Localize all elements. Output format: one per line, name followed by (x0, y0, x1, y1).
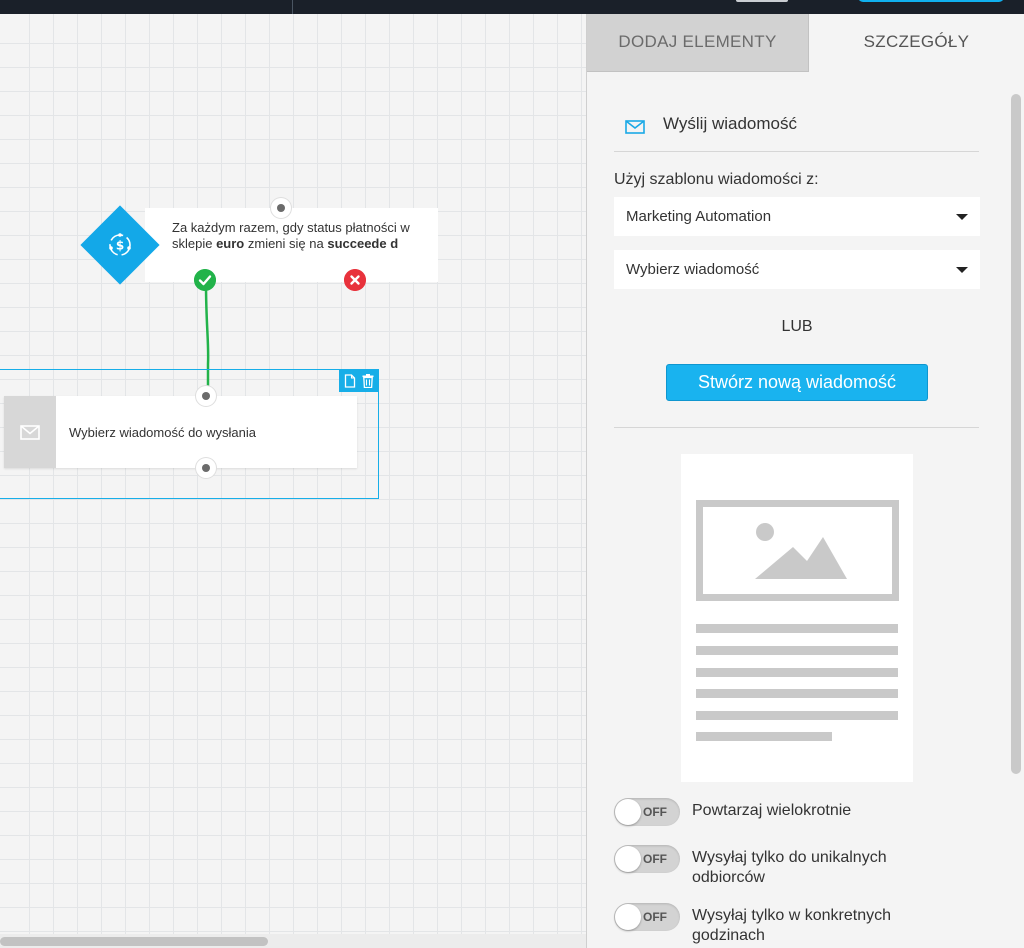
topbar-separator (292, 0, 293, 14)
text-line-placeholder (696, 668, 898, 677)
toggle-knob (615, 904, 641, 930)
image-placeholder (696, 500, 899, 601)
specific-hours-toggle[interactable]: OFF (614, 903, 680, 931)
envelope-icon (625, 120, 645, 134)
envelope-icon (20, 425, 40, 440)
horizontal-scrollbar-thumb[interactable] (0, 937, 268, 946)
template-source-select[interactable]: Marketing Automation (614, 197, 980, 236)
text-line-placeholder (696, 711, 898, 720)
trigger-status-value: succeede d (327, 236, 399, 251)
toggle-knob (615, 799, 641, 825)
toggle-label: Wysyłaj tylko do unikalnych odbiorców (692, 849, 887, 886)
toggle-state: OFF (643, 852, 667, 866)
duplicate-icon[interactable] (344, 374, 356, 388)
trigger-store-name: euro (216, 236, 245, 251)
caret-down-icon (956, 214, 968, 220)
node-toolbar (339, 370, 379, 392)
svg-text:$: $ (116, 239, 124, 253)
image-icon (755, 523, 847, 579)
text-line-placeholder (696, 624, 898, 633)
vertical-scrollbar[interactable] (1011, 94, 1021, 774)
action-input-port[interactable] (196, 386, 216, 406)
divider (614, 427, 979, 428)
payment-status-icon: $ (109, 233, 131, 256)
toggle-label: Wysyłaj tylko w konkretnych godzinach (692, 907, 892, 944)
topbar-primary-button[interactable] (858, 0, 1004, 2)
divider (614, 151, 979, 152)
action-output-port[interactable] (196, 458, 216, 478)
toggle-label: Powtarzaj wielokrotnie (692, 802, 852, 819)
text-line-placeholder (696, 689, 898, 698)
workflow-canvas[interactable]: Za każdym razem, gdy status płatności w … (0, 14, 586, 948)
toggle-state: OFF (643, 910, 667, 924)
toggle-knob (615, 846, 641, 872)
action-icon-box (4, 396, 56, 468)
message-select-value: Wybierz wiadomość (626, 261, 760, 278)
tab-details[interactable]: SZCZEGÓŁY (809, 14, 1024, 72)
trigger-card[interactable]: Za każdym razem, gdy status płatności w … (145, 208, 438, 282)
horizontal-scrollbar[interactable] (0, 934, 586, 948)
topbar-secondary-button[interactable] (736, 0, 788, 2)
tab-add-elements[interactable]: DODAJ ELEMENTY (587, 14, 809, 72)
details-panel: DODAJ ELEMENTY SZCZEGÓŁY Wyślij wiadomoś… (586, 14, 1024, 948)
trigger-input-port[interactable] (271, 198, 291, 218)
repeat-toggle[interactable]: OFF (614, 798, 680, 826)
toggle-state: OFF (643, 805, 667, 819)
template-source-label: Użyj szablonu wiadomości z: (614, 171, 819, 188)
message-select[interactable]: Wybierz wiadomość (614, 250, 980, 289)
send-message-node[interactable]: Wybierz wiadomość do wysłania (4, 396, 357, 468)
top-bar (0, 0, 1024, 14)
caret-down-icon (956, 267, 968, 273)
action-label: Wybierz wiadomość do wysłania (69, 425, 257, 440)
message-preview-placeholder (681, 454, 913, 782)
trash-icon[interactable] (362, 374, 374, 388)
panel-title: Wyślij wiadomość (663, 114, 797, 133)
failure-branch-icon[interactable] (344, 269, 366, 291)
trigger-description: Za każdym razem, gdy status płatności w … (172, 220, 410, 251)
or-separator: LUB (781, 318, 813, 335)
create-message-button[interactable]: Stwórz nową wiadomość (666, 364, 928, 401)
template-source-value: Marketing Automation (626, 208, 772, 225)
unique-recipients-toggle[interactable]: OFF (614, 845, 680, 873)
success-branch-icon[interactable] (194, 269, 216, 291)
text-line-placeholder (696, 646, 898, 655)
text-line-placeholder (696, 732, 832, 741)
